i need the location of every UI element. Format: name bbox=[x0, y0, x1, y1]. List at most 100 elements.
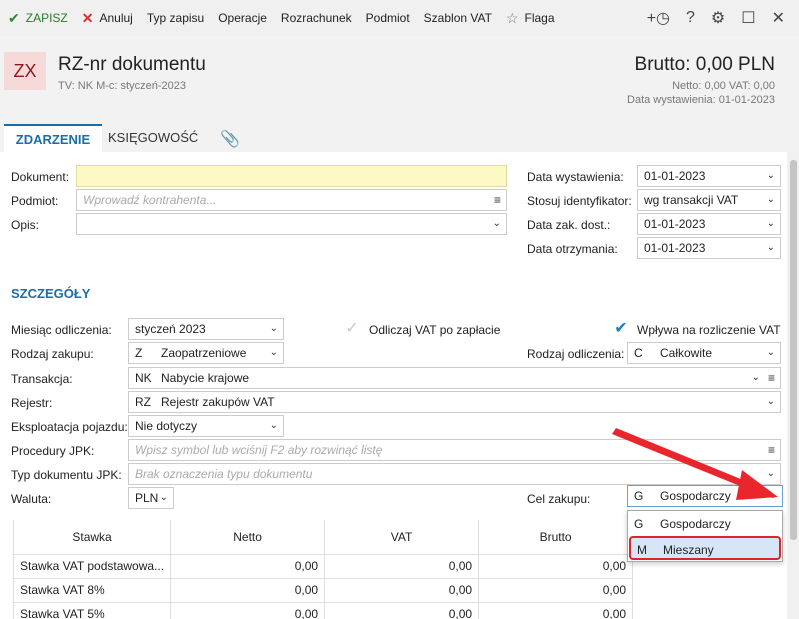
description-input[interactable]: ⌄ bbox=[76, 213, 507, 235]
option-code: M bbox=[637, 543, 647, 557]
brutto-cell[interactable]: 0,00 bbox=[478, 577, 634, 603]
document-subtitle: TV: NK M-c: styczeń-2023 bbox=[58, 80, 186, 92]
affects-vat-checkbox[interactable]: ✔ bbox=[612, 320, 630, 338]
currency-select[interactable]: PLN ⌄ bbox=[128, 487, 174, 509]
rate-cell: Stawka VAT 5% bbox=[12, 601, 172, 619]
purpose-value: Gospodarczy bbox=[660, 489, 731, 503]
table-row[interactable]: Stawka VAT podstawowa... 0,00 0,00 0,00 bbox=[12, 553, 634, 579]
register-code: RZ bbox=[135, 395, 151, 409]
delivery-date-field[interactable]: 01-01-2023 ⌄ bbox=[637, 213, 781, 235]
settlement-menu[interactable]: Rozrachunek bbox=[281, 11, 352, 25]
transaction-value: Nabycie krajowe bbox=[161, 371, 250, 385]
chevron-down-icon[interactable]: ⌄ bbox=[769, 486, 777, 506]
list-icon[interactable]: ≡ bbox=[768, 440, 775, 460]
add-time-icon[interactable]: +◷ bbox=[647, 8, 670, 28]
star-icon: ☆ bbox=[505, 10, 519, 26]
flag-button[interactable]: ☆ Flaga bbox=[506, 11, 555, 25]
delivery-date-label: Data zak. dost.: bbox=[527, 218, 611, 232]
chevron-down-icon[interactable]: ⌄ bbox=[767, 214, 775, 234]
affects-vat-label: Wpływa na rozliczenie VAT bbox=[637, 323, 781, 337]
deduction-type-select[interactable]: C Całkowite ⌄ bbox=[627, 342, 781, 364]
vehicle-select[interactable]: Nie dotyczy ⌄ bbox=[128, 415, 284, 437]
help-icon[interactable]: ? bbox=[686, 9, 695, 27]
brutto-cell[interactable]: 0,00 bbox=[478, 601, 634, 619]
chevron-down-icon[interactable]: ⌄ bbox=[160, 488, 168, 508]
purpose-option-gospodarczy[interactable]: G Gospodarczy bbox=[628, 512, 782, 536]
currency-label: Waluta: bbox=[11, 492, 52, 506]
transaction-code: NK bbox=[135, 371, 152, 385]
netto-cell[interactable]: 0,00 bbox=[170, 577, 326, 603]
deduct-vat-checkbox[interactable]: ✓ bbox=[343, 320, 361, 338]
netto-vat-summary: Netto: 0,00 VAT: 0,00 bbox=[672, 80, 775, 92]
vat-table-header: Stawka Netto VAT Brutto bbox=[12, 520, 634, 555]
identifier-label: Stosuj identyfikator: bbox=[527, 194, 632, 208]
register-label: Rejestr: bbox=[11, 396, 53, 410]
chevron-down-icon[interactable]: ⌄ bbox=[767, 190, 775, 210]
document-header: ZX RZ-nr dokumentu TV: NK M-c: styczeń-2… bbox=[0, 36, 799, 124]
close-window-icon[interactable]: ✕ bbox=[772, 8, 785, 28]
brutto-cell[interactable]: 0,00 bbox=[478, 553, 634, 579]
chevron-down-icon[interactable]: ⌄ bbox=[270, 416, 278, 436]
document-input[interactable] bbox=[76, 165, 507, 187]
table-row[interactable]: Stawka VAT 5% 0,00 0,00 0,00 bbox=[12, 601, 634, 619]
vat-cell[interactable]: 0,00 bbox=[324, 577, 480, 603]
list-icon[interactable]: ≡ bbox=[768, 368, 775, 388]
table-row[interactable]: Stawka VAT 8% 0,00 0,00 0,00 bbox=[12, 577, 634, 603]
vehicle-label: Eksploatacja pojazdu: bbox=[11, 420, 128, 434]
chevron-down-icon[interactable]: ⌄ bbox=[752, 368, 760, 388]
column-header: Brutto bbox=[478, 520, 634, 555]
column-header: Stawka bbox=[12, 520, 172, 555]
list-icon[interactable]: ≡ bbox=[494, 190, 501, 210]
register-select[interactable]: RZ Rejestr zakupów VAT ⌄ bbox=[128, 391, 781, 413]
netto-cell[interactable]: 0,00 bbox=[170, 601, 326, 619]
identifier-select[interactable]: wg transakcji VAT ⌄ bbox=[637, 189, 781, 211]
tab-event[interactable]: ZDARZENIE bbox=[4, 124, 102, 152]
gear-icon[interactable]: ⚙ bbox=[711, 8, 725, 28]
save-button[interactable]: ✔ ZAPISZ bbox=[8, 11, 68, 25]
window-controls: +◷ ? ⚙ ☐ ✕ bbox=[647, 0, 785, 36]
deduction-month-value: styczeń 2023 bbox=[135, 322, 206, 336]
document-label: Dokument: bbox=[11, 170, 70, 184]
entry-type-menu[interactable]: Typ zapisu bbox=[147, 11, 204, 25]
chevron-down-icon[interactable]: ⌄ bbox=[767, 343, 775, 363]
chevron-down-icon[interactable]: ⌄ bbox=[767, 464, 775, 484]
document-type-badge: ZX bbox=[4, 52, 46, 90]
paperclip-icon[interactable]: 📎 bbox=[220, 129, 240, 149]
scrollbar-thumb[interactable] bbox=[790, 160, 797, 540]
deduction-month-select[interactable]: styczeń 2023 ⌄ bbox=[128, 318, 284, 340]
chevron-down-icon[interactable]: ⌄ bbox=[270, 319, 278, 339]
issue-date-value: 01-01-2023 bbox=[644, 169, 706, 183]
received-date-field[interactable]: 01-01-2023 ⌄ bbox=[637, 237, 781, 259]
close-icon: ✕ bbox=[81, 10, 94, 26]
purchase-type-select[interactable]: Z Zaopatrzeniowe ⌄ bbox=[128, 342, 284, 364]
maximize-icon[interactable]: ☐ bbox=[741, 8, 755, 28]
subject-input[interactable]: Wprowadź kontrahenta... ≡ bbox=[76, 189, 507, 211]
deduction-month-label: Miesiąc odliczenia: bbox=[11, 323, 112, 337]
deduction-type-label: Rodzaj odliczenia: bbox=[527, 347, 625, 361]
rate-cell: Stawka VAT podstawowa... bbox=[12, 553, 172, 579]
transaction-label: Transakcja: bbox=[11, 372, 73, 386]
chevron-down-icon[interactable]: ⌄ bbox=[270, 343, 278, 363]
subject-menu[interactable]: Podmiot bbox=[366, 11, 410, 25]
vat-cell[interactable]: 0,00 bbox=[324, 553, 480, 579]
purpose-select[interactable]: G Gospodarczy ⌄ bbox=[627, 485, 783, 507]
chevron-down-icon[interactable]: ⌄ bbox=[767, 166, 775, 186]
chevron-down-icon[interactable]: ⌄ bbox=[493, 214, 501, 234]
option-code: G bbox=[634, 517, 644, 531]
cancel-button[interactable]: ✕ Anuluj bbox=[82, 11, 133, 25]
issue-date-field[interactable]: 01-01-2023 ⌄ bbox=[637, 165, 781, 187]
chevron-down-icon[interactable]: ⌄ bbox=[767, 238, 775, 258]
purpose-option-mieszany[interactable]: M Mieszany bbox=[629, 536, 781, 560]
jpk-procedures-input[interactable]: Wpisz symbol lub wciśnij F2 aby rozwinąć… bbox=[128, 439, 781, 461]
column-header: Netto bbox=[170, 520, 326, 555]
chevron-down-icon[interactable]: ⌄ bbox=[767, 392, 775, 412]
jpk-type-select[interactable]: Brak oznaczenia typu dokumentu ⌄ bbox=[128, 463, 781, 485]
tab-accounting[interactable]: KSIĘGOWOŚĆ bbox=[108, 124, 198, 152]
transaction-select[interactable]: NK Nabycie krajowe ⌄ ≡ bbox=[128, 367, 781, 389]
column-header: VAT bbox=[324, 520, 480, 555]
vat-cell[interactable]: 0,00 bbox=[324, 601, 480, 619]
vat-template-menu[interactable]: Szablon VAT bbox=[424, 11, 492, 25]
jpk-procedures-placeholder: Wpisz symbol lub wciśnij F2 aby rozwinąć… bbox=[135, 443, 383, 457]
operations-menu[interactable]: Operacje bbox=[218, 11, 267, 25]
netto-cell[interactable]: 0,00 bbox=[170, 553, 326, 579]
